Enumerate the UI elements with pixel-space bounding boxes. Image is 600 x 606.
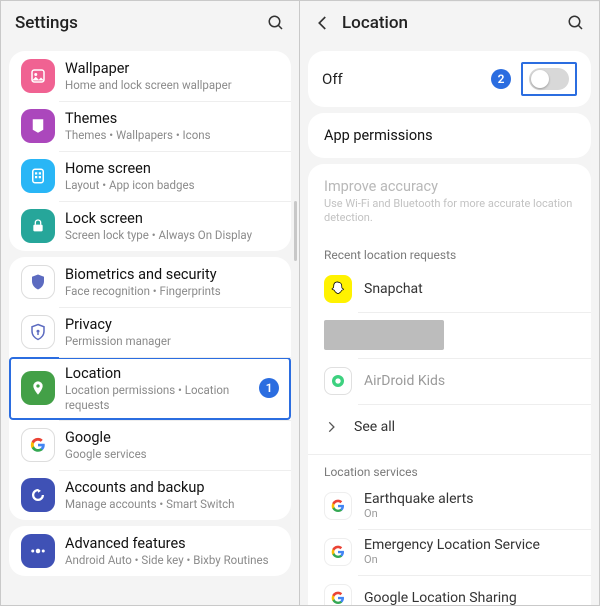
row-label: Advanced features bbox=[65, 535, 279, 553]
recent-app-redacted[interactable] bbox=[308, 312, 591, 358]
step-badge-1: 1 bbox=[259, 378, 279, 398]
row-label: Biometrics and security bbox=[65, 266, 279, 284]
row-sub: Home and lock screen wallpaper bbox=[65, 78, 279, 92]
wallpaper-icon bbox=[21, 59, 55, 93]
location-services-header: Location services bbox=[308, 454, 591, 483]
row-label: Google bbox=[65, 429, 279, 447]
app-permissions-row[interactable]: App permissions bbox=[308, 113, 591, 158]
service-label: Emergency Location Service bbox=[364, 537, 540, 553]
app-label: AirDroid Kids bbox=[364, 373, 445, 389]
row-sub: Use Wi-Fi and Bluetooth for more accurat… bbox=[324, 197, 575, 226]
row-sub: Themes • Wallpapers • Icons bbox=[65, 128, 279, 142]
service-earthquake[interactable]: Earthquake alerts On bbox=[308, 483, 591, 529]
service-emergency[interactable]: Emergency Location Service On bbox=[308, 529, 591, 575]
accounts-icon bbox=[21, 478, 55, 512]
settings-item-privacy[interactable]: Privacy Permission manager bbox=[9, 307, 291, 357]
settings-pane: Settings Wallpaper Home and lock screen … bbox=[0, 0, 300, 606]
back-icon[interactable] bbox=[314, 14, 332, 32]
location-appbar: Location bbox=[300, 1, 599, 45]
google-icon bbox=[21, 428, 55, 462]
location-toggle[interactable] bbox=[529, 68, 569, 90]
app-label: Snapchat bbox=[364, 281, 423, 297]
location-title: Location bbox=[342, 13, 567, 33]
row-sub: Location permissions • Location requests bbox=[65, 383, 259, 412]
service-location-sharing[interactable]: Google Location Sharing bbox=[308, 575, 591, 606]
privacy-icon bbox=[21, 315, 55, 349]
location-pane: Location Off 2 App permissions Improve a… bbox=[300, 0, 600, 606]
settings-appbar: Settings bbox=[1, 1, 299, 45]
recent-app-snapchat[interactable]: Snapchat bbox=[308, 266, 591, 312]
settings-item-home-screen[interactable]: Home screen Layout • App icon badges bbox=[9, 151, 291, 201]
row-label: Location bbox=[65, 365, 259, 383]
chevron-right-icon bbox=[324, 420, 338, 434]
row-label: Wallpaper bbox=[65, 60, 279, 78]
airdroid-icon bbox=[324, 367, 352, 395]
row-label: App permissions bbox=[324, 127, 575, 144]
settings-title: Settings bbox=[15, 13, 267, 33]
google-g-icon bbox=[324, 584, 352, 606]
row-label: Accounts and backup bbox=[65, 479, 279, 497]
toggle-state-label: Off bbox=[322, 70, 491, 88]
search-icon[interactable] bbox=[267, 14, 285, 32]
location-master-toggle-row: Off 2 bbox=[308, 51, 591, 107]
scrollbar[interactable] bbox=[294, 201, 297, 261]
row-sub: Android Auto • Side key • Bixby Routines bbox=[65, 553, 279, 567]
row-label: Lock screen bbox=[65, 210, 279, 228]
improve-accuracy-row: Improve accuracy Use Wi-Fi and Bluetooth… bbox=[308, 164, 591, 240]
google-g-icon bbox=[324, 492, 352, 520]
shield-icon bbox=[21, 265, 55, 299]
settings-group-advanced: Advanced features Android Auto • Side ke… bbox=[9, 526, 291, 576]
recent-requests-header: Recent location requests bbox=[308, 240, 591, 266]
row-sub: Face recognition • Fingerprints bbox=[65, 284, 279, 298]
settings-item-advanced[interactable]: Advanced features Android Auto • Side ke… bbox=[9, 526, 291, 576]
settings-item-lock-screen[interactable]: Lock screen Screen lock type • Always On… bbox=[9, 201, 291, 251]
service-label: Earthquake alerts bbox=[364, 491, 473, 507]
row-label: Improve accuracy bbox=[324, 178, 575, 195]
row-label: Privacy bbox=[65, 316, 279, 334]
row-label: Home screen bbox=[65, 160, 279, 178]
snapchat-icon bbox=[324, 275, 352, 303]
see-all-row[interactable]: See all bbox=[308, 404, 591, 450]
settings-item-google[interactable]: Google Google services bbox=[9, 420, 291, 470]
search-icon[interactable] bbox=[567, 14, 585, 32]
location-details-card: Improve accuracy Use Wi-Fi and Bluetooth… bbox=[308, 164, 591, 606]
step-badge-2: 2 bbox=[491, 69, 511, 89]
row-sub: Screen lock type • Always On Display bbox=[65, 228, 279, 242]
home-icon bbox=[21, 159, 55, 193]
settings-item-accounts[interactable]: Accounts and backup Manage accounts • Sm… bbox=[9, 470, 291, 520]
settings-item-biometrics[interactable]: Biometrics and security Face recognition… bbox=[9, 257, 291, 307]
location-icon bbox=[21, 371, 55, 405]
lock-icon bbox=[21, 209, 55, 243]
recent-app-airdroid[interactable]: AirDroid Kids bbox=[308, 358, 591, 404]
advanced-icon bbox=[21, 534, 55, 568]
settings-group-display: Wallpaper Home and lock screen wallpaper… bbox=[9, 51, 291, 251]
row-sub: Manage accounts • Smart Switch bbox=[65, 497, 279, 511]
row-sub: Layout • App icon badges bbox=[65, 178, 279, 192]
service-sub: On bbox=[364, 553, 540, 566]
toggle-highlight bbox=[521, 62, 577, 96]
service-label: Google Location Sharing bbox=[364, 590, 517, 606]
see-all-label: See all bbox=[354, 419, 395, 435]
google-g-icon bbox=[324, 538, 352, 566]
row-sub: Permission manager bbox=[65, 334, 279, 348]
settings-item-wallpaper[interactable]: Wallpaper Home and lock screen wallpaper bbox=[9, 51, 291, 101]
redacted-block bbox=[324, 320, 444, 350]
themes-icon bbox=[21, 109, 55, 143]
row-sub: Google services bbox=[65, 447, 279, 461]
service-sub: On bbox=[364, 507, 473, 520]
location-toggle-card: Off 2 bbox=[308, 51, 591, 107]
settings-item-themes[interactable]: Themes Themes • Wallpapers • Icons bbox=[9, 101, 291, 151]
app-permissions-card: App permissions bbox=[308, 113, 591, 158]
settings-group-security: Biometrics and security Face recognition… bbox=[9, 257, 291, 520]
row-label: Themes bbox=[65, 110, 279, 128]
settings-item-location[interactable]: Location Location permissions • Location… bbox=[9, 357, 291, 420]
